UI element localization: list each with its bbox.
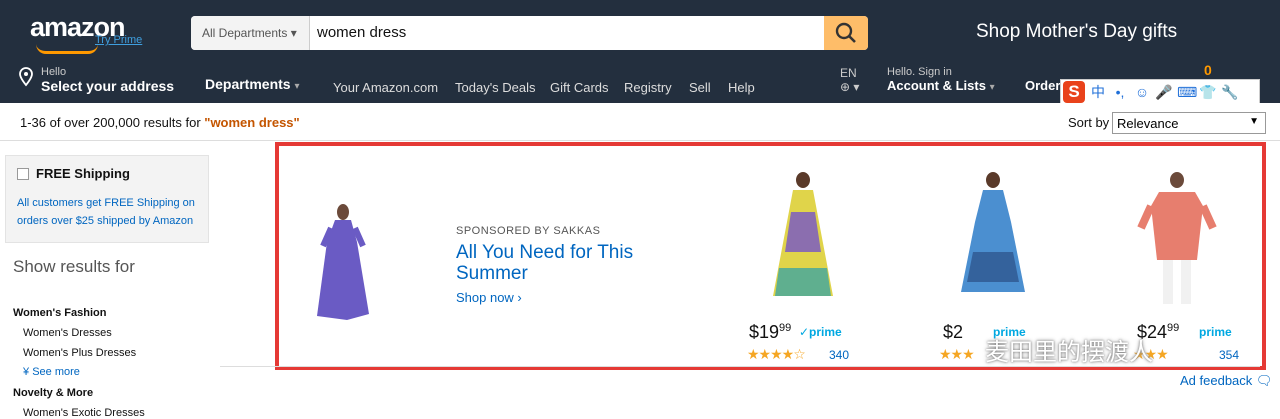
subcategory-womens-exotic-dresses[interactable]: Women's Exotic Dresses xyxy=(23,407,209,419)
ime-emoji-icon[interactable]: ☺ xyxy=(1133,84,1151,100)
dress-image-4[interactable] xyxy=(1135,172,1219,308)
ad-headline[interactable]: All You Need for This Summer xyxy=(456,242,666,284)
language-selector[interactable]: EN ⊕ ▾ xyxy=(840,66,859,94)
nav-your-amazon[interactable]: Your Amazon.com xyxy=(333,80,438,95)
ime-toolbar: S 中 •, ☺ 🎤 ⌨ 👕 🔧 xyxy=(1060,79,1260,105)
nav-gift-cards[interactable]: Gift Cards xyxy=(550,80,609,95)
hello-label: Hello xyxy=(41,66,67,78)
chevron-down-icon: ▼ xyxy=(1249,116,1259,127)
search-input[interactable]: women dress xyxy=(317,16,406,50)
cart-count[interactable]: 0 xyxy=(1204,62,1212,78)
nav-registry[interactable]: Registry xyxy=(624,80,672,95)
location-pin-icon xyxy=(19,67,33,87)
nav-help[interactable]: Help xyxy=(728,80,755,95)
product-price-2[interactable]: $2 xyxy=(943,322,963,343)
departments-menu[interactable]: Departments ▾ xyxy=(205,76,300,92)
chevron-down-icon: ¥ xyxy=(23,366,30,378)
free-shipping-box: FREE Shipping All customers get FREE Shi… xyxy=(5,155,209,243)
ime-settings-icon[interactable]: 🔧 xyxy=(1221,84,1239,101)
top-nav: amazon Try Prime All Departments ▾ women… xyxy=(0,0,1280,105)
dress-image-3[interactable] xyxy=(953,172,1033,308)
select-address-link[interactable]: Select your address xyxy=(41,78,174,94)
star-rating-1[interactable]: ★★★★☆ xyxy=(747,346,806,363)
free-shipping-note[interactable]: All customers get FREE Shipping on order… xyxy=(17,194,197,230)
search-button[interactable] xyxy=(824,16,868,50)
search-bar: All Departments ▾ women dress xyxy=(191,16,868,50)
review-count-1[interactable]: 340 xyxy=(829,348,849,362)
divider xyxy=(220,366,1260,367)
nav-todays-deals[interactable]: Today's Deals xyxy=(455,80,536,95)
show-results-heading: Show results for xyxy=(13,257,135,276)
results-bar: 1-36 of over 200,000 results for "women … xyxy=(0,103,1280,141)
globe-icon: ⊕ ▾ xyxy=(840,80,860,94)
results-count: 1-36 of over 200,000 results for "women … xyxy=(20,115,300,130)
free-shipping-checkbox[interactable] xyxy=(17,167,29,180)
ime-microphone-icon[interactable]: 🎤 xyxy=(1155,84,1173,101)
ime-chinese-toggle[interactable]: 中 xyxy=(1089,82,1107,102)
department-select[interactable]: All Departments ▾ xyxy=(191,16,310,50)
ime-keyboard-icon[interactable]: ⌨ xyxy=(1177,84,1197,101)
account-lists-menu[interactable]: Account & Lists ▾ xyxy=(887,78,995,93)
try-prime-link[interactable]: Try Prime xyxy=(95,34,142,46)
sort-label: Sort by xyxy=(1068,115,1110,130)
sponsored-label: SPONSORED BY SAKKAS xyxy=(456,225,601,237)
refinement-sidebar: FREE Shipping All customers get FREE Shi… xyxy=(5,155,209,419)
prime-badge-3: prime xyxy=(1199,325,1232,339)
speech-bubble-icon: 🗨 xyxy=(1255,373,1273,388)
free-shipping-filter[interactable]: FREE Shipping xyxy=(17,166,197,181)
watermark-text: 麦田里的摆渡人 xyxy=(985,339,1153,366)
category-womens-fashion[interactable]: Women's Fashion xyxy=(13,307,209,319)
results-query: "women dress" xyxy=(204,115,300,130)
subcategory-womens-dresses[interactable]: Women's Dresses xyxy=(23,327,209,339)
review-count-3[interactable]: 354 xyxy=(1219,348,1239,362)
dress-image-1[interactable] xyxy=(307,202,377,326)
dress-image-2[interactable] xyxy=(765,172,841,308)
shop-now-link[interactable]: Shop now › xyxy=(456,290,522,305)
chevron-down-icon: ▾ xyxy=(294,81,300,92)
ime-skin-icon[interactable]: 👕 xyxy=(1199,84,1217,101)
star-rating-2[interactable]: ★★★ xyxy=(939,346,975,363)
ad-feedback-link[interactable]: Ad feedback 🗨 xyxy=(1180,373,1272,389)
ime-punctuation-icon[interactable]: •, xyxy=(1111,84,1129,100)
nav-sell[interactable]: Sell xyxy=(689,80,711,95)
search-icon xyxy=(835,22,856,43)
sign-in-hello: Hello. Sign in xyxy=(887,66,952,78)
prime-badge-1: ✓prime xyxy=(799,325,842,339)
sort-select[interactable]: Relevance ▼ xyxy=(1112,112,1266,134)
mothers-day-promo[interactable]: Shop Mother's Day gifts xyxy=(976,21,1177,43)
subcategory-womens-plus-dresses[interactable]: Women's Plus Dresses xyxy=(23,347,209,359)
product-price-1[interactable]: $1999 xyxy=(749,322,791,343)
see-more-link[interactable]: ¥ See more xyxy=(23,366,209,378)
sogou-logo-icon[interactable]: S xyxy=(1063,81,1085,103)
category-novelty-more[interactable]: Novelty & More xyxy=(13,387,209,399)
smile-icon xyxy=(36,44,98,54)
